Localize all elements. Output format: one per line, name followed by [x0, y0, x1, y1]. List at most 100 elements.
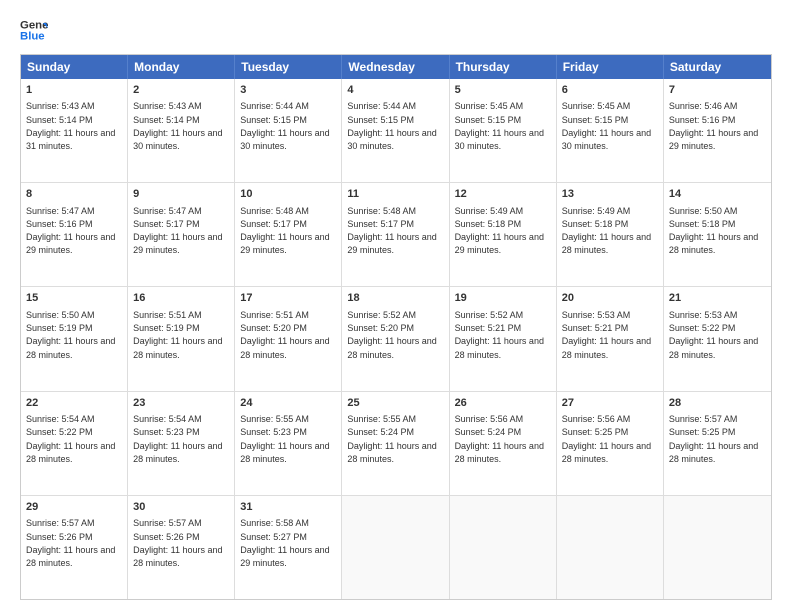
day-number: 11	[347, 187, 443, 202]
day-number: 10	[240, 187, 336, 202]
day-info: Sunrise: 5:54 AMSunset: 5:23 PMDaylight:…	[133, 414, 222, 464]
day-number: 19	[455, 291, 551, 306]
day-info: Sunrise: 5:45 AMSunset: 5:15 PMDaylight:…	[455, 101, 544, 151]
day-number: 17	[240, 291, 336, 306]
calendar-row-1: 1 Sunrise: 5:43 AMSunset: 5:14 PMDaylight…	[21, 79, 771, 183]
cal-cell-day-26: 26Sunrise: 5:56 AMSunset: 5:24 PMDayligh…	[450, 392, 557, 495]
day-info: Sunrise: 5:47 AMSunset: 5:16 PMDaylight:…	[26, 206, 115, 256]
day-number: 22	[26, 396, 122, 411]
day-info: Sunrise: 5:54 AMSunset: 5:22 PMDaylight:…	[26, 414, 115, 464]
cal-cell-day-30: 30Sunrise: 5:57 AMSunset: 5:26 PMDayligh…	[128, 496, 235, 599]
cal-cell-day-28: 28 Sunrise: 5:57 AMSunset: 5:25 PMDayligh…	[664, 392, 771, 495]
cal-cell-day-31: 31 Sunrise: 5:58 AMSunset: 5:27 PMDayligh…	[235, 496, 342, 599]
day-info: Sunrise: 5:57 AMSunset: 5:26 PMDaylight:…	[133, 518, 222, 568]
day-info: Sunrise: 5:57 AMSunset: 5:26 PMDaylight:…	[26, 518, 115, 568]
day-number: 20	[562, 291, 658, 306]
day-number: 27	[562, 396, 658, 411]
day-number: 8	[26, 187, 122, 202]
calendar-body: 1 Sunrise: 5:43 AMSunset: 5:14 PMDaylight…	[21, 79, 771, 599]
day-number: 3	[240, 83, 336, 98]
cal-cell-day-7: 7 Sunrise: 5:46 AMSunset: 5:16 PMDaylight…	[664, 79, 771, 182]
cal-cell-day-10: 10 Sunrise: 5:48 AMSunset: 5:17 PMDayligh…	[235, 183, 342, 286]
day-number: 5	[455, 83, 551, 98]
day-number: 7	[669, 83, 766, 98]
cal-cell-day-5: 5 Sunrise: 5:45 AMSunset: 5:15 PMDaylight…	[450, 79, 557, 182]
cal-cell-day-2: 2Sunrise: 5:43 AMSunset: 5:14 PMDaylight…	[128, 79, 235, 182]
header: General Blue	[20, 16, 772, 44]
day-info: Sunrise: 5:49 AMSunset: 5:18 PMDaylight:…	[562, 206, 651, 256]
cal-cell-empty	[664, 496, 771, 599]
day-number: 16	[133, 291, 229, 306]
day-info: Sunrise: 5:46 AMSunset: 5:16 PMDaylight:…	[669, 101, 758, 151]
day-info: Sunrise: 5:50 AMSunset: 5:19 PMDaylight:…	[26, 310, 115, 360]
cal-cell-day-17: 17 Sunrise: 5:51 AMSunset: 5:20 PMDayligh…	[235, 287, 342, 390]
cal-cell-empty	[450, 496, 557, 599]
cal-cell-day-27: 27Sunrise: 5:56 AMSunset: 5:25 PMDayligh…	[557, 392, 664, 495]
cal-cell-day-25: 25 Sunrise: 5:55 AMSunset: 5:24 PMDayligh…	[342, 392, 449, 495]
day-number: 4	[347, 83, 443, 98]
day-number: 25	[347, 396, 443, 411]
day-info: Sunrise: 5:44 AMSunset: 5:15 PMDaylight:…	[240, 101, 329, 151]
day-info: Sunrise: 5:43 AMSunset: 5:14 PMDaylight:…	[26, 101, 115, 151]
day-info: Sunrise: 5:55 AMSunset: 5:23 PMDaylight:…	[240, 414, 329, 464]
weekday-header-friday: Friday	[557, 55, 664, 79]
svg-text:Blue: Blue	[20, 31, 45, 43]
cal-cell-day-18: 18 Sunrise: 5:52 AMSunset: 5:20 PMDayligh…	[342, 287, 449, 390]
cal-cell-day-3: 3 Sunrise: 5:44 AMSunset: 5:15 PMDaylight…	[235, 79, 342, 182]
day-number: 9	[133, 187, 229, 202]
cal-cell-day-6: 6 Sunrise: 5:45 AMSunset: 5:15 PMDaylight…	[557, 79, 664, 182]
cal-cell-day-1: 1 Sunrise: 5:43 AMSunset: 5:14 PMDaylight…	[21, 79, 128, 182]
calendar-container: SundayMondayTuesdayWednesdayThursdayFrid…	[20, 54, 772, 600]
day-info: Sunrise: 5:44 AMSunset: 5:15 PMDaylight:…	[347, 101, 436, 151]
cal-cell-day-20: 20 Sunrise: 5:53 AMSunset: 5:21 PMDayligh…	[557, 287, 664, 390]
day-info: Sunrise: 5:52 AMSunset: 5:20 PMDaylight:…	[347, 310, 436, 360]
cal-cell-day-8: 8 Sunrise: 5:47 AMSunset: 5:16 PMDaylight…	[21, 183, 128, 286]
weekday-header-monday: Monday	[128, 55, 235, 79]
cal-cell-day-19: 19 Sunrise: 5:52 AMSunset: 5:21 PMDayligh…	[450, 287, 557, 390]
day-number: 1	[26, 83, 122, 98]
day-number: 15	[26, 291, 122, 306]
day-info: Sunrise: 5:55 AMSunset: 5:24 PMDaylight:…	[347, 414, 436, 464]
cal-cell-day-21: 21Sunrise: 5:53 AMSunset: 5:22 PMDayligh…	[664, 287, 771, 390]
cal-cell-day-12: 12Sunrise: 5:49 AMSunset: 5:18 PMDayligh…	[450, 183, 557, 286]
day-info: Sunrise: 5:47 AMSunset: 5:17 PMDaylight:…	[133, 206, 222, 256]
cal-cell-empty	[557, 496, 664, 599]
cal-cell-day-11: 11 Sunrise: 5:48 AMSunset: 5:17 PMDayligh…	[342, 183, 449, 286]
day-info: Sunrise: 5:48 AMSunset: 5:17 PMDaylight:…	[240, 206, 329, 256]
day-number: 29	[26, 500, 122, 515]
day-number: 31	[240, 500, 336, 515]
day-info: Sunrise: 5:48 AMSunset: 5:17 PMDaylight:…	[347, 206, 436, 256]
weekday-header-saturday: Saturday	[664, 55, 771, 79]
cal-cell-day-16: 16 Sunrise: 5:51 AMSunset: 5:19 PMDayligh…	[128, 287, 235, 390]
day-number: 21	[669, 291, 766, 306]
cal-cell-empty	[342, 496, 449, 599]
calendar-header: SundayMondayTuesdayWednesdayThursdayFrid…	[21, 55, 771, 79]
day-info: Sunrise: 5:51 AMSunset: 5:20 PMDaylight:…	[240, 310, 329, 360]
page: General Blue SundayMondayTuesdayWednesda…	[0, 0, 792, 612]
day-number: 12	[455, 187, 551, 202]
cal-cell-day-9: 9 Sunrise: 5:47 AMSunset: 5:17 PMDaylight…	[128, 183, 235, 286]
day-info: Sunrise: 5:50 AMSunset: 5:18 PMDaylight:…	[669, 206, 758, 256]
day-number: 26	[455, 396, 551, 411]
logo-icon: General Blue	[20, 16, 48, 44]
day-number: 14	[669, 187, 766, 202]
day-info: Sunrise: 5:52 AMSunset: 5:21 PMDaylight:…	[455, 310, 544, 360]
logo: General Blue	[20, 16, 48, 44]
day-info: Sunrise: 5:45 AMSunset: 5:15 PMDaylight:…	[562, 101, 651, 151]
calendar-row-2: 8 Sunrise: 5:47 AMSunset: 5:16 PMDaylight…	[21, 183, 771, 287]
cal-cell-day-24: 24Sunrise: 5:55 AMSunset: 5:23 PMDayligh…	[235, 392, 342, 495]
day-number: 28	[669, 396, 766, 411]
day-info: Sunrise: 5:58 AMSunset: 5:27 PMDaylight:…	[240, 518, 329, 568]
calendar-row-3: 15 Sunrise: 5:50 AMSunset: 5:19 PMDayligh…	[21, 287, 771, 391]
day-info: Sunrise: 5:53 AMSunset: 5:21 PMDaylight:…	[562, 310, 651, 360]
cal-cell-day-22: 22 Sunrise: 5:54 AMSunset: 5:22 PMDayligh…	[21, 392, 128, 495]
day-number: 6	[562, 83, 658, 98]
day-info: Sunrise: 5:57 AMSunset: 5:25 PMDaylight:…	[669, 414, 758, 464]
calendar-row-5: 29 Sunrise: 5:57 AMSunset: 5:26 PMDayligh…	[21, 496, 771, 599]
day-number: 18	[347, 291, 443, 306]
day-info: Sunrise: 5:51 AMSunset: 5:19 PMDaylight:…	[133, 310, 222, 360]
cal-cell-day-29: 29 Sunrise: 5:57 AMSunset: 5:26 PMDayligh…	[21, 496, 128, 599]
weekday-header-wednesday: Wednesday	[342, 55, 449, 79]
calendar-row-4: 22 Sunrise: 5:54 AMSunset: 5:22 PMDayligh…	[21, 392, 771, 496]
day-number: 13	[562, 187, 658, 202]
